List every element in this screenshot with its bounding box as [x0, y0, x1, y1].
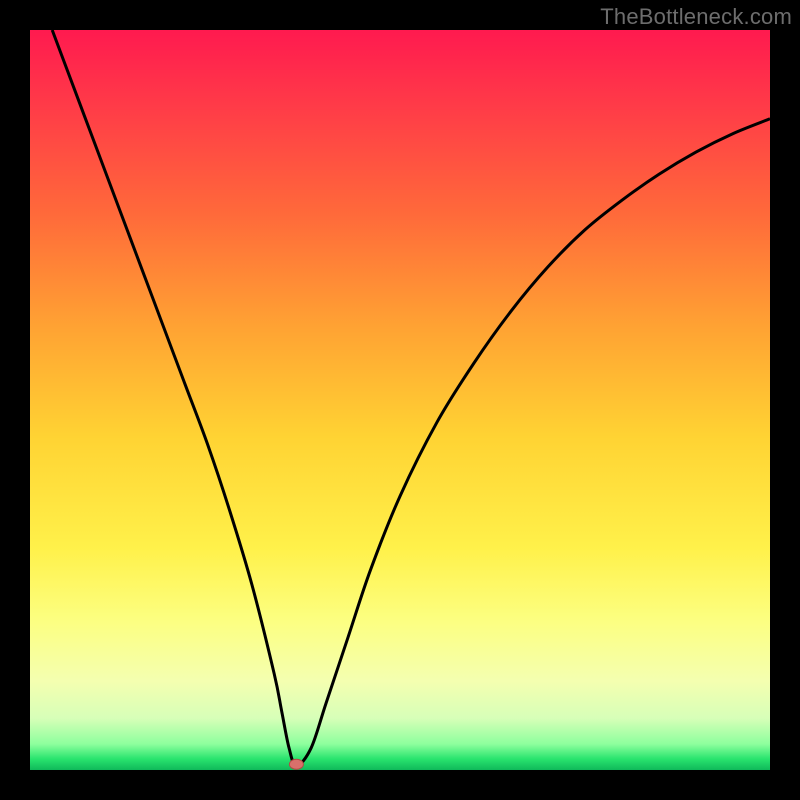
plot-area [30, 30, 770, 770]
watermark-text: TheBottleneck.com [600, 4, 792, 30]
chart-svg [30, 30, 770, 770]
chart-frame: TheBottleneck.com [0, 0, 800, 800]
gradient-background [30, 30, 770, 770]
minimum-marker-icon [289, 759, 303, 769]
